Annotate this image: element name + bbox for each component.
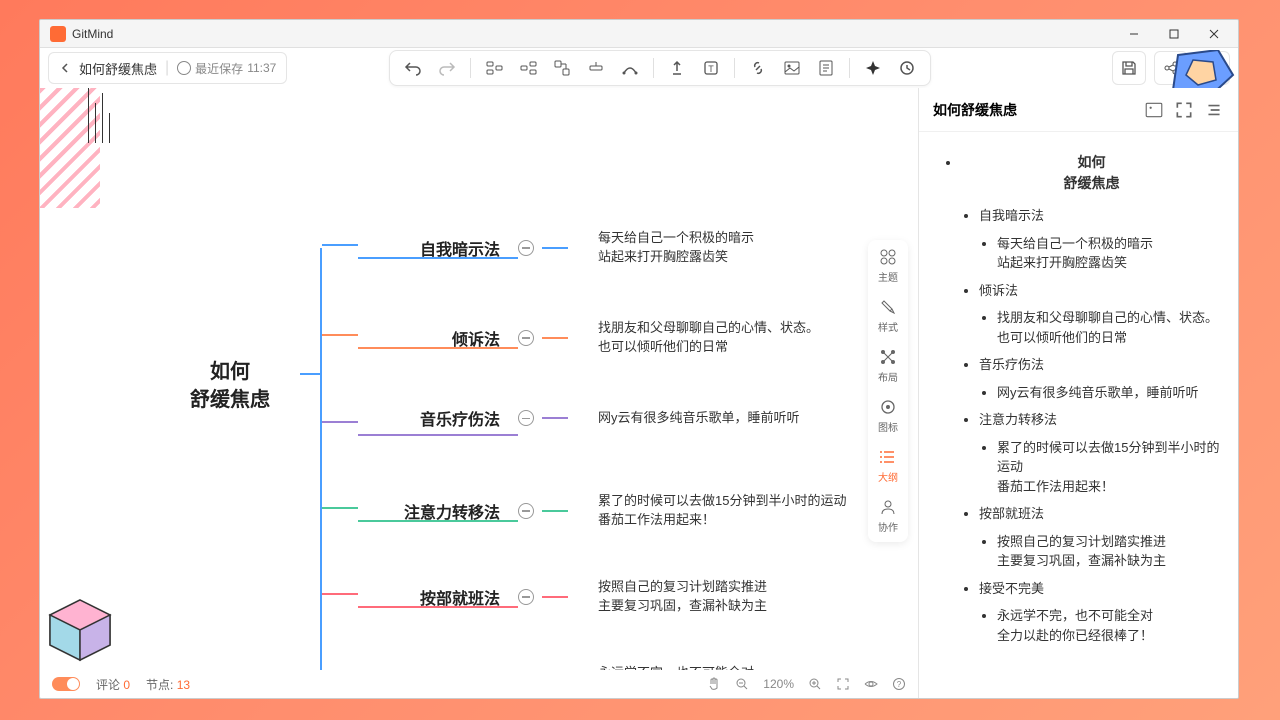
zoom-level[interactable]: 120% xyxy=(763,677,794,691)
side-tools: 主题 样式 布局 图标 大纲 协作 xyxy=(868,240,908,542)
close-button[interactable] xyxy=(1194,20,1234,48)
tool-style[interactable]: 样式 xyxy=(878,298,898,334)
add-child-button[interactable] xyxy=(513,53,543,83)
branch-detail: 找朋友和父母聊聊自己的心情、状态。也可以倾听他们的日常 xyxy=(568,319,819,357)
root-node[interactable]: 如何 舒缓焦虑 xyxy=(160,358,300,414)
decoration-lines xyxy=(85,88,113,148)
outline-subitem[interactable]: 累了的时候可以去做15分钟到半小时的运动番茄工作法用起来！ xyxy=(997,438,1222,497)
note-button[interactable] xyxy=(811,53,841,83)
canvas[interactable]: 如何 舒缓焦虑 自我暗示法每天给自己一个积极的暗示站起来打开胸腔露齿笑倾诉法找朋… xyxy=(40,88,918,670)
maximize-button[interactable] xyxy=(1154,20,1194,48)
outline-collapse-icon[interactable] xyxy=(1204,100,1224,120)
titlebar: GitMind xyxy=(40,20,1238,48)
outline-subitem[interactable]: 永远学不完，也不可能全对全力以赴的你已经很棒了！ xyxy=(997,606,1222,645)
branch-label: 音乐疗伤法 xyxy=(380,406,510,430)
outline-subitem[interactable]: 每天给自己一个积极的暗示站起来打开胸腔露齿笑 xyxy=(997,234,1222,273)
tool-layout[interactable]: 布局 xyxy=(878,348,898,384)
app-window: GitMind 如何舒缓焦虑 | 最近保存 11:37 xyxy=(39,19,1239,699)
outline-item[interactable]: 接受不完美永远学不完，也不可能全对全力以赴的你已经很棒了！ xyxy=(979,579,1222,646)
outline-subitem[interactable]: 网y云有很多纯音乐歌单，睡前听听 xyxy=(997,383,1222,403)
app-name: GitMind xyxy=(72,27,113,41)
comments-toggle[interactable] xyxy=(52,677,80,691)
app-icon xyxy=(50,26,66,42)
branch-detail: 按照自己的复习计划踏实推进主要复习巩固，查漏补缺为主 xyxy=(568,578,767,616)
outline-item[interactable]: 注意力转移法累了的时候可以去做15分钟到半小时的运动番茄工作法用起来！ xyxy=(979,410,1222,496)
image-button[interactable] xyxy=(777,53,807,83)
branch-node[interactable]: 自我暗示法每天给自己一个积极的暗示站起来打开胸腔露齿笑 xyxy=(380,229,754,267)
tool-icon[interactable]: 图标 xyxy=(878,398,898,434)
doc-title: 如何舒缓焦虑 xyxy=(79,59,157,78)
outline-subitem[interactable]: 按照自己的复习计划踏实推进主要复习巩固，查漏补缺为主 xyxy=(997,532,1222,571)
main-toolbar: T xyxy=(389,50,931,86)
branch-node[interactable]: 注意力转移法累了的时候可以去做15分钟到半小时的运动番茄工作法用起来！ xyxy=(380,492,846,530)
outline-subitem[interactable]: 找朋友和父母聊聊自己的心情、状态。也可以倾听他们的日常 xyxy=(997,308,1222,347)
outline-item[interactable]: 按部就班法按照自己的复习计划踏实推进主要复习巩固，查漏补缺为主 xyxy=(979,504,1222,571)
relationship-button[interactable] xyxy=(615,53,645,83)
outline-title: 如何舒缓焦虑 xyxy=(933,100,1017,120)
outline-item[interactable]: 自我暗示法每天给自己一个积极的暗示站起来打开胸腔露齿笑 xyxy=(979,206,1222,273)
undo-button[interactable] xyxy=(398,53,428,83)
branch-detail: 网y云有很多纯音乐歌单，睡前听听 xyxy=(568,409,800,428)
minimize-button[interactable] xyxy=(1114,20,1154,48)
outline-item[interactable]: 倾诉法找朋友和父母聊聊自己的心情、状态。也可以倾听他们的日常 xyxy=(979,281,1222,348)
collapse-toggle[interactable] xyxy=(518,240,534,256)
tool-outline[interactable]: 大纲 xyxy=(878,448,898,484)
collapse-toggle[interactable] xyxy=(518,410,534,426)
comments-label: 评论 0 xyxy=(96,676,130,693)
clock-icon xyxy=(177,61,191,75)
nodes-label: 节点: 13 xyxy=(146,676,190,693)
collapse-toggle[interactable] xyxy=(518,330,534,346)
fit-icon[interactable] xyxy=(836,677,850,691)
outline-panel: 如何舒缓焦虑 如何舒缓焦虑自我暗示法每天给自己一个积极的暗示站起来打开胸腔露齿笑… xyxy=(918,88,1238,698)
branch-node[interactable]: 倾诉法找朋友和父母聊聊自己的心情、状态。也可以倾听他们的日常 xyxy=(380,319,819,357)
svg-text:T: T xyxy=(709,64,715,74)
history-button[interactable] xyxy=(892,53,922,83)
branch-node[interactable]: 按部就班法按照自己的复习计划踏实推进主要复习巩固，查漏补缺为主 xyxy=(380,578,767,616)
link-button[interactable] xyxy=(743,53,773,83)
branch-detail: 每天给自己一个积极的暗示站起来打开胸腔露齿笑 xyxy=(568,229,754,267)
outline-item[interactable]: 音乐疗伤法网y云有很多纯音乐歌单，睡前听听 xyxy=(979,355,1222,402)
outline-expand-icon[interactable] xyxy=(1174,100,1194,120)
save-info: 最近保存 11:37 xyxy=(177,60,276,77)
tool-collab[interactable]: 协作 xyxy=(878,498,898,534)
svg-text:?: ? xyxy=(897,680,902,689)
format-button[interactable] xyxy=(662,53,692,83)
collapse-toggle[interactable] xyxy=(518,503,534,519)
help-icon[interactable]: ? xyxy=(892,677,906,691)
back-icon xyxy=(59,62,71,74)
header: 如何舒缓焦虑 | 最近保存 11:37 T xyxy=(40,48,1238,88)
add-sibling-button[interactable] xyxy=(479,53,509,83)
statusbar: 评论 0 节点: 13 120% ? xyxy=(40,670,918,698)
node-tool-1[interactable] xyxy=(547,53,577,83)
ai-button[interactable] xyxy=(858,53,888,83)
hand-tool-icon[interactable] xyxy=(707,677,721,691)
redo-button[interactable] xyxy=(432,53,462,83)
branch-node[interactable]: 音乐疗伤法 网y云有很多纯音乐歌单，睡前听听 xyxy=(380,406,800,430)
zoom-out-icon[interactable] xyxy=(735,677,749,691)
doc-nav[interactable]: 如何舒缓焦虑 | 最近保存 11:37 xyxy=(48,52,287,84)
text-tool-button[interactable]: T xyxy=(696,53,726,83)
mindmap: 如何 舒缓焦虑 自我暗示法每天给自己一个积极的暗示站起来打开胸腔露齿笑倾诉法找朋… xyxy=(160,148,900,668)
node-tool-2[interactable] xyxy=(581,53,611,83)
save-button[interactable] xyxy=(1112,51,1146,85)
zoom-in-icon[interactable] xyxy=(808,677,822,691)
tool-theme[interactable]: 主题 xyxy=(878,248,898,284)
decoration-cube xyxy=(40,595,120,665)
outline-body[interactable]: 如何舒缓焦虑自我暗示法每天给自己一个积极的暗示站起来打开胸腔露齿笑倾诉法找朋友和… xyxy=(919,132,1238,698)
outline-image-icon[interactable] xyxy=(1144,100,1164,120)
preview-icon[interactable] xyxy=(864,677,878,691)
collapse-toggle[interactable] xyxy=(518,589,534,605)
branch-detail: 累了的时候可以去做15分钟到半小时的运动番茄工作法用起来！ xyxy=(568,492,846,530)
